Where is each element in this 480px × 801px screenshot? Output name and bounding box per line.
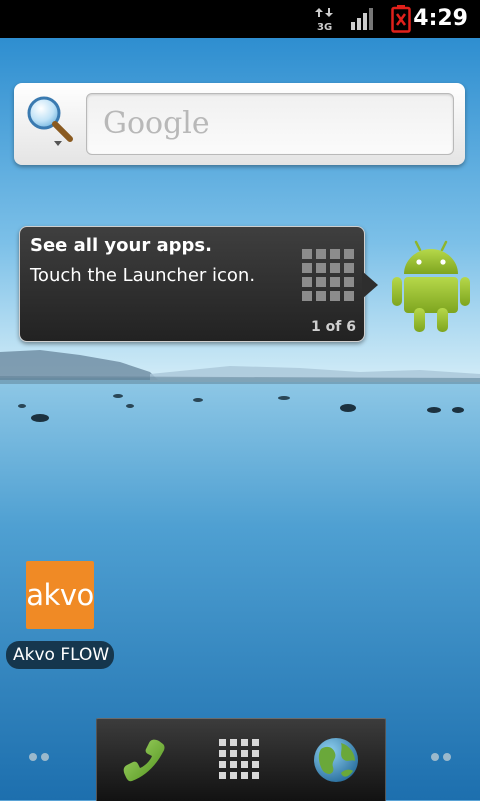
phone-icon[interactable]	[119, 735, 169, 785]
workspace-left-dots-icon[interactable]	[28, 752, 50, 762]
tutorial-title: See all your apps.	[30, 235, 212, 256]
search-dropdown-arrow-icon[interactable]	[54, 141, 62, 146]
tutorial-bubble[interactable]: See all your apps. Touch the Launcher ic…	[19, 226, 365, 342]
battery-alert-icon	[391, 5, 411, 33]
android-robot-icon	[392, 240, 470, 332]
akvo-app-icon[interactable]: akvo	[26, 561, 94, 629]
akvo-flow-shortcut[interactable]: akvo Akvo FLOW	[6, 561, 118, 671]
workspace-right-dots-icon[interactable]	[430, 752, 452, 762]
browser-globe-icon[interactable]	[311, 735, 361, 785]
tutorial-bubble-tail	[362, 271, 378, 299]
search-magnifier-icon[interactable]	[24, 93, 80, 149]
3g-data-icon: 3G	[315, 8, 333, 32]
search-placeholder: Google	[103, 106, 210, 141]
tutorial-page-indicator: 1 of 6	[311, 319, 356, 335]
network-type-label: 3G	[317, 22, 332, 32]
signal-strength-icon	[351, 8, 373, 30]
dock	[96, 718, 386, 801]
status-clock: 4:29	[413, 6, 468, 31]
search-input[interactable]: Google	[86, 93, 454, 155]
launcher-grid-icon	[302, 249, 354, 301]
tutorial-body: Touch the Launcher icon.	[30, 265, 256, 286]
status-bar: 3G 4:29	[0, 0, 480, 38]
launcher-grid-icon[interactable]	[219, 739, 261, 781]
google-search-widget[interactable]: Google	[14, 83, 465, 165]
akvo-app-label: Akvo FLOW	[6, 641, 114, 669]
